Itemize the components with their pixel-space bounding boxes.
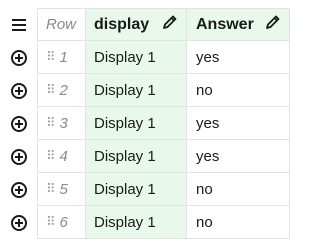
answer-cell[interactable]: yes	[187, 41, 290, 74]
add-row-button[interactable]	[0, 173, 37, 206]
display-cell[interactable]: Display 1	[86, 173, 187, 206]
table-row: ⠿ 4 Display 1 yes	[0, 140, 290, 173]
answer-cell[interactable]: yes	[187, 140, 290, 173]
add-circle-icon[interactable]	[10, 82, 27, 99]
hamburger-menu-icon[interactable]	[0, 8, 37, 41]
answer-cell[interactable]: yes	[187, 107, 290, 140]
add-row-button[interactable]	[0, 140, 37, 173]
grid-header: Row display Answer	[0, 8, 290, 41]
pencil-icon[interactable]	[265, 14, 281, 35]
display-cell[interactable]: Display 1	[86, 41, 187, 74]
row-number-cell[interactable]: ⠿ 3	[37, 107, 86, 140]
pencil-icon[interactable]	[162, 14, 178, 35]
answer-cell[interactable]: no	[187, 206, 290, 239]
row-number-cell[interactable]: ⠿ 2	[37, 74, 86, 107]
row-number-cell[interactable]: ⠿ 6	[37, 206, 86, 239]
answer-cell[interactable]: no	[187, 173, 290, 206]
row-column-header: Row	[37, 8, 86, 41]
column-header-answer[interactable]: Answer	[187, 8, 290, 41]
column-header-display[interactable]: display	[86, 8, 187, 41]
row-number-cell[interactable]: ⠿ 5	[37, 173, 86, 206]
add-row-button[interactable]	[0, 41, 37, 74]
drag-handle-icon[interactable]: ⠿	[46, 148, 55, 164]
display-cell[interactable]: Display 1	[86, 140, 187, 173]
table-row: ⠿ 5 Display 1 no	[0, 173, 290, 206]
table-row: ⠿ 1 Display 1 yes	[0, 41, 290, 74]
row-number-cell[interactable]: ⠿ 1	[37, 41, 86, 74]
row-number-cell[interactable]: ⠿ 4	[37, 140, 86, 173]
table-row: ⠿ 6 Display 1 no	[0, 206, 290, 239]
add-circle-icon[interactable]	[10, 214, 27, 231]
add-circle-icon[interactable]	[10, 148, 27, 165]
answer-cell[interactable]: no	[187, 74, 290, 107]
table-row: ⠿ 3 Display 1 yes	[0, 107, 290, 140]
add-row-button[interactable]	[0, 206, 37, 239]
drag-handle-icon[interactable]: ⠿	[46, 181, 55, 197]
table-row: ⠿ 2 Display 1 no	[0, 74, 290, 107]
add-circle-icon[interactable]	[10, 49, 27, 66]
add-circle-icon[interactable]	[10, 181, 27, 198]
column-header-label: Answer	[196, 15, 254, 33]
display-cell[interactable]: Display 1	[86, 74, 187, 107]
drag-handle-icon[interactable]: ⠿	[46, 49, 55, 65]
drag-handle-icon[interactable]: ⠿	[46, 115, 55, 131]
drag-handle-icon[interactable]: ⠿	[46, 214, 55, 230]
column-header-label: display	[94, 15, 150, 33]
display-cell[interactable]: Display 1	[86, 107, 187, 140]
add-circle-icon[interactable]	[10, 115, 27, 132]
drag-handle-icon[interactable]: ⠿	[46, 82, 55, 98]
add-row-button[interactable]	[0, 74, 37, 107]
add-row-button[interactable]	[0, 107, 37, 140]
display-cell[interactable]: Display 1	[86, 206, 187, 239]
data-grid: Row display Answer ⠿ 1 Display 1 yes ⠿ 2…	[0, 8, 290, 239]
